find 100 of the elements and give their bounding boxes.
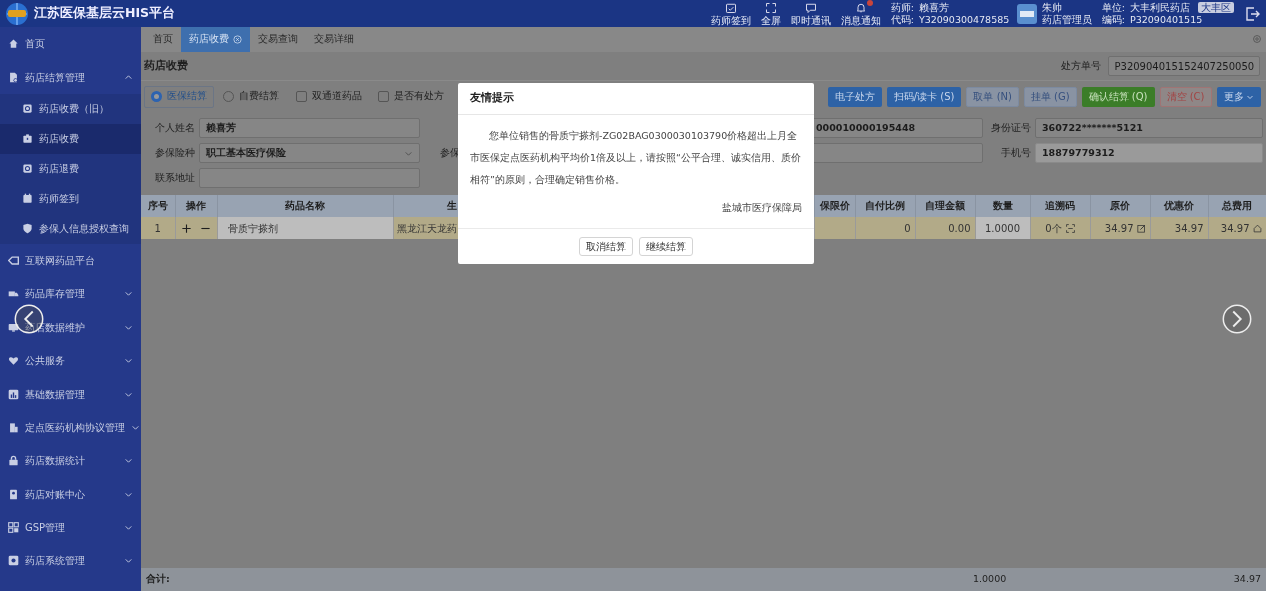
table-cell: 34.97 [1104, 222, 1134, 234]
monitor-icon [8, 321, 19, 333]
user-name: 朱帅 [1041, 1, 1063, 14]
pharmacist-code: Y32090300478585 [918, 13, 1010, 26]
calendar-check-icon [724, 1, 737, 14]
tab[interactable]: 交易详细 [306, 27, 362, 52]
field-label: 处方单号 [1061, 58, 1102, 73]
user-role: 药店管理员 [1041, 13, 1092, 26]
field-label: 个人姓名 [154, 120, 196, 135]
tag-icon [8, 254, 19, 266]
bell-icon [854, 1, 867, 14]
column-header: 数量 [992, 199, 1013, 211]
radio-button[interactable]: 自费结算 [216, 85, 286, 108]
sidebar-item[interactable]: 药店退费 [0, 153, 141, 184]
dialog-message: 您单位销售的骨质宁搽剂-ZG02BAG0300030103790价格超出上月全市医保定点医药机构平均价1倍及以上，请按照“公平合理、诚实信用、质价相符”的原则，合理确定销售价格。 [470, 129, 802, 187]
page-title: 药店收费 [143, 57, 188, 74]
column-header: 自付比例 [865, 199, 905, 211]
table-cell: 1.0000 [985, 222, 1020, 234]
field-label: 身份证号 [990, 120, 1032, 135]
fullscreen-icon [764, 1, 777, 14]
scan-icon[interactable] [1065, 224, 1075, 233]
checkbox[interactable]: 双通道药品 [288, 85, 369, 108]
sidebar-item[interactable]: GSP管理 [0, 510, 141, 545]
sidebar-item[interactable]: 定点医药机构协议管理 [0, 410, 141, 445]
district-tag: 大丰区 [1198, 2, 1234, 13]
avatar-icon [1016, 3, 1037, 24]
shield-icon [22, 223, 33, 235]
sidebar-item[interactable]: 互联网药品平台 [0, 243, 141, 278]
sidebar-item[interactable]: 药师签到 [0, 183, 141, 214]
table-cell: 1 [154, 222, 161, 234]
code-label: 代码: [890, 13, 914, 26]
code-label: 编码: [1101, 13, 1125, 26]
sidebar-item[interactable]: 药品库存管理 [0, 277, 141, 311]
sidebar-item[interactable]: 基础数据管理 [0, 377, 141, 411]
column-header: 药品名称 [285, 199, 325, 211]
column-header: 生 [446, 199, 457, 211]
app-title: 江苏医保基层云HIS平台 [34, 4, 176, 23]
dialog-button[interactable]: 取消结算 [579, 237, 633, 256]
sidebar-item[interactable]: 药店对账中心 [0, 477, 141, 511]
toolbar-button[interactable]: 药师签到 [710, 1, 751, 26]
unit-name: 大丰利民药店 [1130, 1, 1190, 14]
dialog-signature: 盐城市医疗保障局 [722, 202, 802, 213]
checkbox[interactable]: 是否有处方 [371, 85, 451, 108]
edit-icon[interactable] [1136, 224, 1146, 233]
select-field[interactable]: 职工基本医疗保险 [199, 143, 420, 163]
grid-icon [8, 522, 19, 534]
field-label: 联系地址 [154, 170, 196, 185]
chevron-left-icon[interactable] [14, 304, 44, 334]
table-cell: 34.97 [1174, 222, 1204, 234]
total-label: 合计: [145, 572, 171, 587]
toolbar-button[interactable]: 即时通讯 [790, 1, 831, 26]
sidebar-item[interactable]: 参保人信息授权查询 [0, 213, 141, 244]
sidebar-item[interactable]: 公共服务 [0, 343, 141, 378]
table-cell: 0.00 [948, 222, 971, 234]
toolbar-button[interactable]: 全屏 [760, 1, 781, 26]
total-quantity: 1.0000 [973, 572, 1007, 587]
sidebar-item[interactable]: 首页 [0, 27, 141, 61]
table-cell: 骨质宁搽剂 [227, 222, 278, 234]
document-icon [8, 71, 19, 83]
unit-label: 单位: [1101, 1, 1125, 14]
field-label: 手机号 [1000, 145, 1032, 160]
chart-icon [8, 388, 19, 400]
pharmacist-name: 赖喜芳 [918, 1, 949, 14]
tab[interactable]: 交易查询 [250, 27, 306, 52]
action-button[interactable]: 扫码/读卡 (S) [886, 86, 962, 107]
total-amount: 34.97 [1233, 572, 1262, 587]
action-button[interactable]: 确认结算 (Q) [1081, 86, 1155, 107]
column-header: 追溯码 [1045, 199, 1075, 211]
tab[interactable]: 首页 [145, 27, 181, 52]
field-label: 参保险种 [154, 145, 196, 160]
prescription-field[interactable]: P320904015152407250050 [1107, 56, 1260, 76]
toolbar-button[interactable]: 消息通知 [840, 1, 881, 26]
sidebar-item[interactable]: 药店系统管理 [0, 544, 141, 578]
sidebar-item[interactable]: 药店收费（旧） [0, 93, 141, 124]
pharmacist-label: 药师: [890, 1, 914, 14]
sidebar-item[interactable]: 药店结算管理 [0, 60, 141, 94]
unit-code: P32090401515 [1130, 13, 1203, 26]
table-cell: 0个 [1045, 222, 1062, 234]
tab[interactable]: 药店收费 [181, 27, 250, 52]
logo-icon [5, 1, 29, 26]
close-icon[interactable] [233, 35, 242, 44]
logout-icon[interactable] [1245, 5, 1261, 22]
table-cell: 黑龙江天龙药 [396, 222, 457, 234]
notification-dot [866, 0, 873, 6]
column-header: 序号 [147, 199, 168, 211]
action-button[interactable]: 更多 [1216, 86, 1261, 107]
card-icon [8, 488, 19, 500]
input-field[interactable]: 赖喜芳 [199, 118, 420, 138]
sidebar-item[interactable]: 药店数据统计 [0, 444, 141, 478]
sidebar-item[interactable]: 药店收费 [0, 123, 141, 154]
heart-icon [8, 355, 19, 367]
dialog-button[interactable]: 继续结算 [639, 237, 693, 256]
dialog-title: 友情提示 [458, 83, 814, 115]
chevron-right-icon[interactable] [1222, 304, 1252, 334]
chat-bubble-icon [804, 1, 817, 14]
action-button[interactable]: 电子处方 [827, 86, 882, 107]
input-field[interactable]: 360722*******5121 [1035, 118, 1263, 138]
plus-icon[interactable] [181, 223, 192, 234]
column-header: 总费用 [1222, 199, 1252, 211]
box-icon [22, 133, 33, 145]
